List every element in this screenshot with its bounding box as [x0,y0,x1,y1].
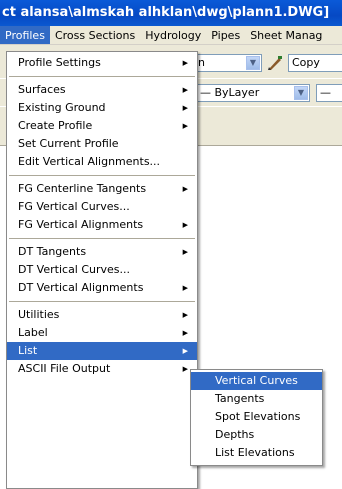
toolbar-combo[interactable]: n ▼ [194,54,262,72]
submenu-arrow-icon: ▶ [182,122,188,130]
menu-item-surfaces[interactable]: Surfaces ▶ [7,81,197,99]
menu-item-label: ASCII File Output [18,362,111,375]
menu-item-create-profile[interactable]: Create Profile ▶ [7,117,197,135]
menu-separator [9,76,195,77]
submenu-item-vertical-curves[interactable]: Vertical Curves [191,372,322,390]
submenu-arrow-icon: ▶ [182,329,188,337]
menu-item-label: Create Profile [18,119,93,132]
menu-item-ascii-file-output[interactable]: ASCII File Output ▶ [7,360,197,378]
submenu-arrow-icon: ▶ [182,185,188,193]
list-submenu: Vertical Curves Tangents Spot Elevations… [190,369,323,466]
submenu-item-spot-elevations[interactable]: Spot Elevations [191,408,322,426]
submenu-arrow-icon: ▶ [182,311,188,319]
menu-item-label-text: Label [18,326,48,339]
menu-item-utilities[interactable]: Utilities ▶ [7,306,197,324]
menu-item-label: Edit Vertical Alignments... [18,155,161,168]
submenu-item-label: Tangents [215,392,265,405]
menu-item-dt-vertical-alignments[interactable]: DT Vertical Alignments ▶ [7,279,197,297]
menu-item-label: FG Vertical Alignments [18,218,144,231]
menu-item-set-current-profile[interactable]: Set Current Profile [7,135,197,153]
menu-item-label[interactable]: Label ▶ [7,324,197,342]
menu-item-dt-tangents[interactable]: DT Tangents ▶ [7,243,197,261]
submenu-item-label: Vertical Curves [215,374,298,387]
menu-item-label: DT Vertical Alignments [18,281,144,294]
menu-pipes[interactable]: Pipes [206,26,245,44]
chevron-down-icon[interactable]: ▼ [246,56,260,70]
menu-item-label: Set Current Profile [18,137,119,150]
menu-item-edit-vertical-alignments[interactable]: Edit Vertical Alignments... [7,153,197,171]
copy-label: Copy [292,56,320,69]
window-title-bar[interactable]: ct alansa\almskah alhklan\dwg\plann1.DWG… [0,0,342,26]
menu-separator [9,238,195,239]
copy-field[interactable]: Copy [288,54,342,72]
menu-item-label: FG Vertical Curves... [18,200,130,213]
menu-item-fg-vertical-alignments[interactable]: FG Vertical Alignments ▶ [7,216,197,234]
layer-linetype-value: — ByLayer [200,86,260,99]
chevron-down-icon[interactable]: ▼ [294,86,308,100]
menu-item-fg-vertical-curves[interactable]: FG Vertical Curves... [7,198,197,216]
submenu-item-label: List Elevations [215,446,295,459]
submenu-item-label: Depths [215,428,255,441]
menu-item-dt-vertical-curves[interactable]: DT Vertical Curves... [7,261,197,279]
menu-bar: Profiles Cross Sections Hydrology Pipes Shee… [0,26,342,45]
lineweight-combo[interactable]: — [316,84,342,102]
menu-item-label: Surfaces [18,83,66,96]
window-title: ct alansa\almskah alhklan\dwg\plann1.DWG… [2,5,330,20]
match-properties-icon[interactable] [266,54,284,72]
lineweight-value: — [320,86,331,99]
submenu-item-depths[interactable]: Depths [191,426,322,444]
submenu-arrow-icon: ▶ [182,365,188,373]
menu-item-label: DT Vertical Curves... [18,263,131,276]
menu-item-label: FG Centerline Tangents [18,182,147,195]
submenu-arrow-icon: ▶ [182,104,188,112]
layer-linetype-combo[interactable]: — ByLayer ▼ [196,84,310,102]
submenu-item-list-elevations[interactable]: List Elevations [191,444,322,462]
menu-item-profile-settings[interactable]: Profile Settings ▶ [7,54,197,72]
menu-item-label: List [18,344,38,357]
menu-item-label: Utilities [18,308,60,321]
menu-item-label: Existing Ground [18,101,106,114]
menu-separator [9,175,195,176]
menu-cross-sections[interactable]: Cross Sections [50,26,140,44]
profiles-menu: Profile Settings ▶ Surfaces ▶ Existing Gro… [6,51,198,489]
submenu-item-tangents[interactable]: Tangents [191,390,322,408]
submenu-arrow-icon: ▶ [182,86,188,94]
menu-sheet-manager[interactable]: Sheet Manag [245,26,327,44]
submenu-arrow-icon: ▶ [182,347,188,355]
menu-separator [9,301,195,302]
toolbar-combo-value: n [198,56,205,69]
menu-item-fg-centerline-tangents[interactable]: FG Centerline Tangents ▶ [7,180,197,198]
submenu-item-label: Spot Elevations [215,410,301,423]
submenu-arrow-icon: ▶ [182,59,188,67]
menu-item-list[interactable]: List ▶ [7,342,197,360]
menu-profiles[interactable]: Profiles [0,26,50,44]
menu-item-label: Profile Settings [18,56,101,69]
submenu-arrow-icon: ▶ [182,221,188,229]
menu-item-existing-ground[interactable]: Existing Ground ▶ [7,99,197,117]
submenu-arrow-icon: ▶ [182,284,188,292]
menu-item-label: DT Tangents [18,245,87,258]
menu-hydrology[interactable]: Hydrology [140,26,206,44]
submenu-arrow-icon: ▶ [182,248,188,256]
